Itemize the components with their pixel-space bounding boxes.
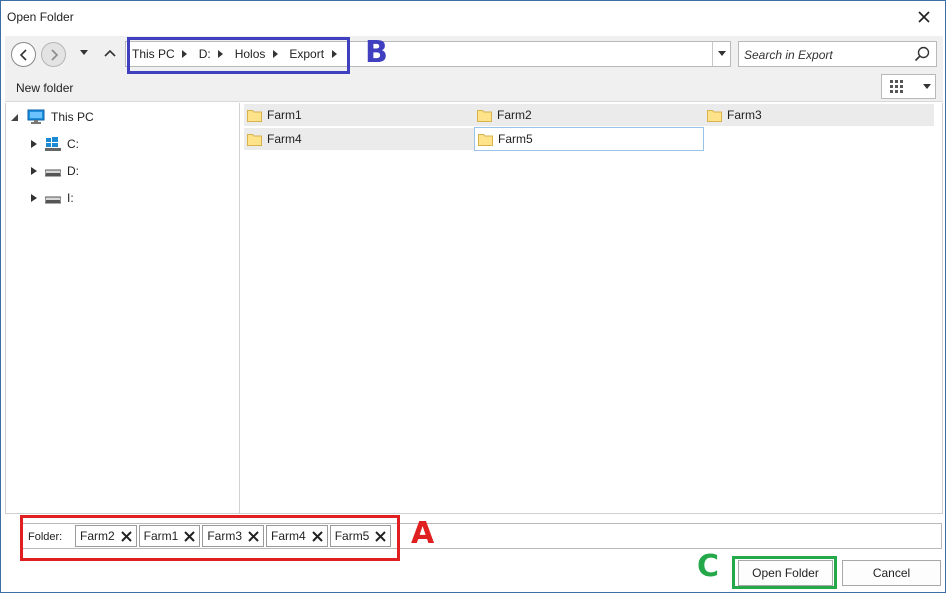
folder-item-farm2[interactable]: Farm2 [474,104,704,126]
cancel-button[interactable]: Cancel [842,560,941,586]
tree-label-drive-d: D: [67,164,79,178]
tree-item-drive-i[interactable]: I: [29,187,74,209]
folder-item-farm1[interactable]: Farm1 [244,104,474,126]
tree-item-this-pc[interactable]: This PC [9,106,94,128]
tree-label-drive-i: I: [67,191,74,205]
tree-item-drive-d[interactable]: D: [29,160,79,182]
folder-name: Farm4 [267,132,302,146]
computer-icon [27,109,45,124]
forward-button[interactable] [41,42,66,67]
tree-item-drive-c[interactable]: C: [29,133,79,155]
chevron-up-icon [104,49,116,57]
annotation-box-c [732,556,837,589]
folder-name: Farm5 [498,132,533,146]
folder-name: Farm1 [267,108,302,122]
recent-locations-dropdown[interactable] [77,45,91,61]
folder-icon [247,110,262,122]
annotation-box-b [127,37,350,74]
address-history-dropdown[interactable] [712,42,730,66]
annotation-label-a: A [411,516,435,551]
chevron-right-icon [50,48,58,61]
grid-view-icon [890,80,903,93]
tree-label-drive-c: C: [67,137,79,151]
folder-item-farm5[interactable]: Farm5 [474,127,704,151]
back-button[interactable] [11,42,36,67]
annotation-label-b: B [365,35,388,70]
caret-down-icon [922,80,932,94]
new-folder-button[interactable]: New folder [16,81,73,95]
folder-item-farm4[interactable]: Farm4 [244,128,474,150]
view-mode-button[interactable] [881,74,936,99]
collapsed-caret-icon[interactable] [29,166,39,176]
collapsed-caret-icon[interactable] [29,193,39,203]
tree-label-this-pc: This PC [51,110,94,124]
close-icon[interactable] [911,4,937,30]
folder-icon [478,134,493,146]
folder-item-farm3[interactable]: Farm3 [704,104,934,126]
hard-drive-icon [45,196,61,204]
windows-drive-icon [45,137,61,151]
folder-icon [477,110,492,122]
command-bar: New folder [5,72,943,102]
search-icon[interactable] [914,46,930,62]
search-input[interactable]: Search in Export [738,41,937,67]
folder-icon [247,134,262,146]
folder-name: Farm3 [727,108,762,122]
chevron-left-icon [19,48,27,61]
expanded-caret-icon[interactable] [9,112,19,122]
search-placeholder: Search in Export [744,48,833,62]
folder-view: Farm1 Farm2 Farm3 Farm4 Farm5 [239,103,943,514]
caret-down-icon [717,51,726,56]
navigation-tree: This PC C: D: I: [5,103,239,514]
folder-icon [707,110,722,122]
collapsed-caret-icon[interactable] [29,139,39,149]
open-folder-dialog: Open Folder This PC D: Holos Export Sear… [0,0,946,593]
annotation-label-c: C [697,549,720,584]
caret-down-icon [80,50,88,55]
title-bar: Open Folder [1,1,945,34]
window-title: Open Folder [7,10,74,24]
annotation-box-a [20,515,400,561]
folder-name: Farm2 [497,108,532,122]
up-button[interactable] [101,44,119,62]
hard-drive-icon [45,169,61,177]
